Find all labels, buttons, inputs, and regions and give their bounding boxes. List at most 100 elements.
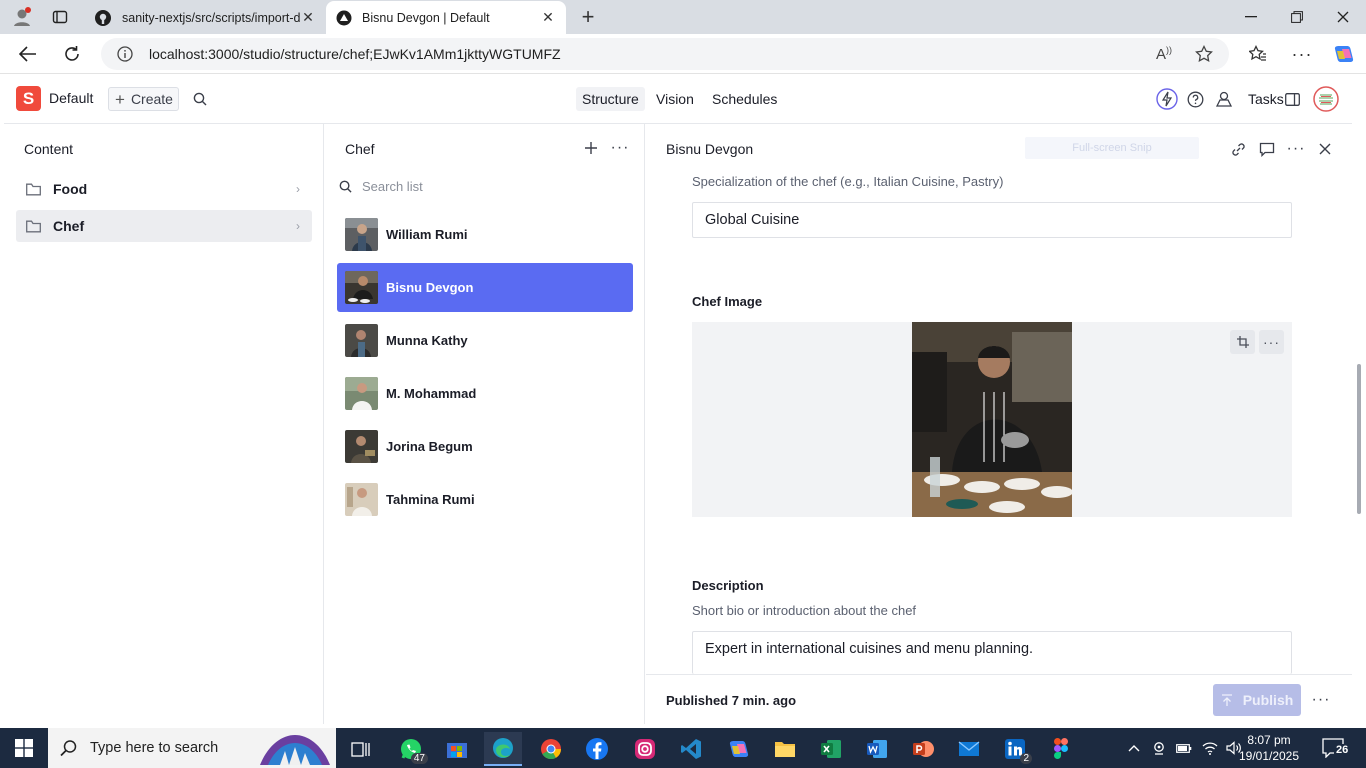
- studio-header: S Default + Create Structure Vision Sche…: [4, 74, 1352, 124]
- whatsapp-badge: 47: [410, 753, 428, 764]
- chef-row-m-mohammad[interactable]: M. Mohammad: [337, 369, 633, 418]
- sidebar-toggle-icon[interactable]: [1280, 87, 1304, 111]
- restore-icon[interactable]: [1274, 0, 1320, 34]
- pane-title: Content: [24, 141, 74, 157]
- presence-icon[interactable]: [1212, 87, 1236, 111]
- user-avatar[interactable]: [1313, 86, 1339, 112]
- mail-icon[interactable]: [950, 732, 988, 766]
- document-pane: Bisnu Devgon Full-screen Snip ··· Specia…: [646, 124, 1352, 724]
- chevron-right-icon: ›: [296, 182, 300, 196]
- search-icon[interactable]: [188, 87, 212, 111]
- taskbar-clock[interactable]: 8:07 pm 19/01/2025: [1238, 732, 1300, 764]
- list-item-food[interactable]: Food ›: [16, 173, 312, 205]
- minimize-icon[interactable]: [1228, 0, 1274, 34]
- url-field[interactable]: localhost:3000/studio/structure/chef;EJw…: [101, 38, 1229, 70]
- new-tab-icon[interactable]: +: [572, 1, 604, 33]
- lightning-icon[interactable]: [1155, 87, 1179, 111]
- search-placeholder: Search list: [362, 178, 423, 194]
- scroll-thumb[interactable]: [1357, 98, 1361, 698]
- favorite-star-icon[interactable]: [1195, 45, 1213, 63]
- document-header: Bisnu Devgon Full-screen Snip ···: [646, 124, 1352, 173]
- more-menu-icon[interactable]: ···: [1286, 38, 1318, 70]
- chef-name: Jorina Begum: [386, 439, 473, 454]
- chef-name: William Rumi: [386, 227, 468, 242]
- crop-icon[interactable]: [1230, 330, 1255, 354]
- description-field[interactable]: Expert in international cuisines and men…: [692, 631, 1292, 674]
- windows-start-icon[interactable]: [0, 728, 48, 768]
- excel-icon[interactable]: [812, 732, 850, 766]
- chef-row-william-rumi[interactable]: William Rumi: [337, 210, 633, 259]
- copilot-icon[interactable]: [1328, 38, 1360, 70]
- comment-icon[interactable]: [1255, 137, 1279, 161]
- chef-thumbnail: [345, 324, 378, 357]
- microsoft-store-icon[interactable]: [438, 732, 476, 766]
- taskbar-search[interactable]: Type here to search: [48, 728, 336, 768]
- favorites-icon[interactable]: [1242, 38, 1274, 70]
- chrome-icon[interactable]: [532, 732, 570, 766]
- browser-tab-github[interactable]: sanity-nextjs/src/scripts/import-d ✕: [84, 1, 326, 34]
- chef-thumbnail: [345, 377, 378, 410]
- facebook-icon[interactable]: [578, 732, 616, 766]
- chef-image-field[interactable]: ···: [692, 322, 1292, 517]
- image-menu-icon[interactable]: ···: [1259, 330, 1284, 354]
- tab-actions-icon[interactable]: [44, 1, 76, 33]
- url-text: localhost:3000/studio/structure/chef;EJw…: [149, 46, 561, 62]
- camera-icon[interactable]: [1152, 741, 1166, 755]
- close-tab-icon[interactable]: ✕: [540, 9, 556, 26]
- help-icon[interactable]: [1183, 87, 1207, 111]
- add-document-icon[interactable]: [579, 136, 603, 160]
- notifications-icon[interactable]: 26: [1318, 736, 1358, 760]
- tab-schedules[interactable]: Schedules: [706, 87, 783, 111]
- chevron-right-icon: ›: [296, 219, 300, 233]
- close-tab-icon[interactable]: ✕: [300, 9, 316, 26]
- sanity-logo[interactable]: S: [16, 86, 41, 111]
- description-value: Expert in international cuisines and men…: [705, 641, 1034, 657]
- linkedin-icon[interactable]: 2: [996, 732, 1034, 766]
- document-actions-menu-icon[interactable]: ···: [1309, 688, 1333, 712]
- chef-row-bisnu-devgon[interactable]: Bisnu Devgon: [337, 263, 633, 312]
- search-highlight-icon: [260, 735, 330, 765]
- read-aloud-icon[interactable]: A)): [1156, 45, 1172, 63]
- publish-button[interactable]: Publish: [1213, 684, 1301, 716]
- file-explorer-icon[interactable]: [766, 732, 804, 766]
- pane-menu-icon[interactable]: ···: [608, 136, 632, 160]
- description-label: Description: [692, 578, 764, 593]
- task-view-icon[interactable]: [342, 732, 380, 766]
- whatsapp-icon[interactable]: 47: [392, 732, 430, 766]
- chef-row-munna-kathy[interactable]: Munna Kathy: [337, 316, 633, 365]
- refresh-icon[interactable]: [56, 38, 88, 70]
- info-icon[interactable]: [117, 46, 133, 62]
- close-window-icon[interactable]: [1320, 0, 1366, 34]
- powerpoint-icon[interactable]: [904, 732, 942, 766]
- browser-tab-active[interactable]: Bisnu Devgon | Default ✕: [326, 1, 566, 34]
- battery-icon[interactable]: [1176, 742, 1192, 754]
- chef-row-tahmina-rumi[interactable]: Tahmina Rumi: [337, 475, 633, 524]
- profile-icon[interactable]: [6, 1, 38, 33]
- figma-icon[interactable]: [1042, 732, 1080, 766]
- status-time: 7 min. ago: [731, 693, 797, 708]
- list-item-chef[interactable]: Chef ›: [16, 210, 312, 242]
- pane-title: Chef: [345, 141, 375, 157]
- chef-name: Bisnu Devgon: [386, 280, 474, 295]
- search-input[interactable]: Search list: [339, 174, 629, 198]
- tab-vision[interactable]: Vision: [650, 87, 700, 111]
- chevron-up-icon[interactable]: [1128, 744, 1140, 752]
- chef-row-jorina-begum[interactable]: Jorina Begum: [337, 422, 633, 471]
- copilot-taskbar-icon[interactable]: [720, 732, 758, 766]
- word-icon[interactable]: [858, 732, 896, 766]
- workspace-name[interactable]: Default: [49, 90, 93, 106]
- edge-icon[interactable]: [484, 732, 522, 766]
- link-icon[interactable]: [1226, 137, 1250, 161]
- document-menu-icon[interactable]: ···: [1284, 137, 1308, 161]
- wifi-icon[interactable]: [1202, 741, 1218, 755]
- page-scrollbar[interactable]: [1352, 74, 1366, 724]
- github-icon: [95, 9, 111, 26]
- specialization-field[interactable]: Global Cuisine: [692, 202, 1292, 238]
- back-icon[interactable]: [12, 38, 44, 70]
- tab-structure[interactable]: Structure: [576, 87, 645, 111]
- taskbar-search-placeholder: Type here to search: [90, 740, 219, 756]
- vscode-icon[interactable]: [672, 732, 710, 766]
- create-button[interactable]: + Create: [108, 87, 179, 111]
- close-pane-icon[interactable]: [1313, 137, 1337, 161]
- instagram-icon[interactable]: [626, 732, 664, 766]
